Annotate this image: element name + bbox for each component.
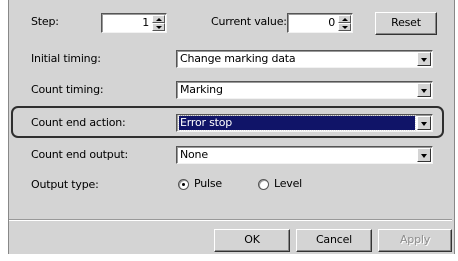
step-value[interactable]: 1 bbox=[142, 15, 149, 31]
output-type-level-radio[interactable] bbox=[258, 179, 269, 190]
chevron-down-icon bbox=[421, 153, 427, 158]
count-end-output-value: None bbox=[180, 148, 208, 161]
initial-timing-dropdown-button[interactable] bbox=[417, 52, 431, 66]
initial-timing-label: Initial timing: bbox=[31, 52, 101, 65]
count-end-output-dropdown-button[interactable] bbox=[417, 148, 431, 162]
current-value-spin-buttons[interactable] bbox=[338, 15, 351, 31]
chevron-down-icon bbox=[421, 88, 427, 93]
initial-timing-select[interactable]: Change marking data bbox=[176, 50, 433, 68]
output-type-pulse-label[interactable]: Pulse bbox=[194, 177, 222, 191]
step-increment-button[interactable] bbox=[152, 15, 165, 23]
current-value-value[interactable]: 0 bbox=[328, 15, 335, 31]
arrow-up-icon bbox=[155, 17, 162, 21]
arrow-down-icon bbox=[155, 25, 162, 29]
count-end-action-dropdown-button[interactable] bbox=[417, 116, 431, 130]
footer-separator bbox=[9, 219, 452, 221]
chevron-down-icon bbox=[421, 57, 427, 62]
reset-button[interactable]: Reset bbox=[375, 12, 437, 35]
output-type-level-label[interactable]: Level bbox=[274, 177, 302, 191]
apply-button[interactable]: Apply bbox=[378, 229, 452, 252]
count-end-action-label: Count end action: bbox=[31, 116, 126, 129]
arrow-up-icon bbox=[341, 17, 348, 21]
count-timing-value: Marking bbox=[180, 83, 223, 96]
output-type-pulse-radio[interactable] bbox=[178, 179, 189, 190]
cancel-button[interactable]: Cancel bbox=[296, 229, 372, 252]
chevron-down-icon bbox=[421, 121, 427, 126]
current-value-increment-button[interactable] bbox=[338, 15, 351, 23]
step-label: Step: bbox=[31, 15, 59, 28]
initial-timing-value: Change marking data bbox=[180, 52, 296, 65]
ok-button[interactable]: OK bbox=[214, 229, 290, 252]
count-end-output-select[interactable]: None bbox=[176, 146, 433, 164]
count-end-output-label: Count end output: bbox=[31, 148, 128, 161]
current-value-decrement-button[interactable] bbox=[338, 23, 351, 31]
count-timing-dropdown-button[interactable] bbox=[417, 83, 431, 97]
count-end-action-select[interactable]: Error stop bbox=[176, 114, 433, 132]
output-type-label: Output type: bbox=[31, 178, 99, 191]
step-spin-buttons[interactable] bbox=[152, 15, 165, 31]
current-value-label: Current value: bbox=[211, 15, 287, 28]
count-timing-select[interactable]: Marking bbox=[176, 81, 433, 99]
step-spinbox[interactable]: 1 bbox=[101, 13, 167, 33]
step-decrement-button[interactable] bbox=[152, 23, 165, 31]
count-end-action-value: Error stop bbox=[178, 115, 416, 131]
current-value-spinbox[interactable]: 0 bbox=[287, 13, 353, 33]
arrow-down-icon bbox=[341, 25, 348, 29]
count-timing-label: Count timing: bbox=[31, 83, 104, 96]
